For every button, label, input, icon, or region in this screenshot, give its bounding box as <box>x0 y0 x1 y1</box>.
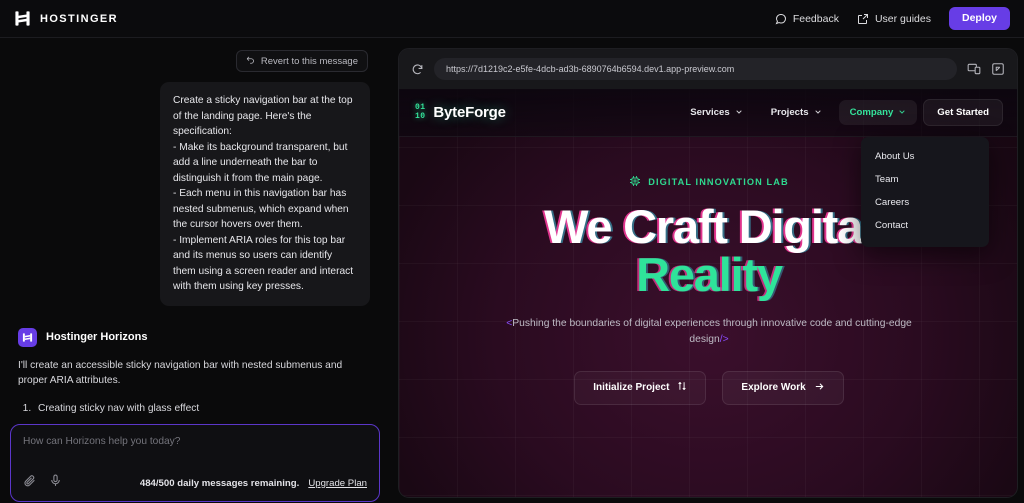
hero-subtitle-close-tag: /> <box>719 334 729 346</box>
chevron-down-icon <box>735 108 743 118</box>
site-navbar: 01 10 ByteForge Services Projects Compan… <box>399 89 1017 137</box>
dropdown-item-contact[interactable]: Contact <box>861 214 989 237</box>
chat-panel: Revert to this message Create a sticky n… <box>0 38 392 503</box>
expand-fullscreen-icon[interactable] <box>991 62 1005 76</box>
dropdown-item-about-us[interactable]: About Us <box>861 145 989 168</box>
hero-badge-label: DIGITAL INNOVATION LAB <box>648 177 789 187</box>
reload-icon[interactable] <box>411 63 424 76</box>
microphone-icon[interactable] <box>49 474 62 492</box>
revert-row: Revert to this message <box>0 38 392 72</box>
composer-placeholder: How can Horizons help you today? <box>23 436 181 447</box>
arrow-right-icon <box>814 381 825 395</box>
responsive-device-icon[interactable] <box>967 62 981 76</box>
list-item: Creating sticky nav with glass effect <box>34 402 374 416</box>
undo-arrow-icon <box>246 55 255 67</box>
url-bar[interactable]: https://7d1219c2-e5fe-4dcb-ad3b-6890764b… <box>434 58 957 80</box>
revert-label: Revert to this message <box>260 55 358 67</box>
nav-label: Company <box>849 107 894 118</box>
preview-site: 01 10 ByteForge Services Projects Compan… <box>399 89 1017 497</box>
site-menu: Services Projects Company Get Started <box>679 99 1003 126</box>
top-bar: HOSTINGER Feedback User guides Deploy <box>0 0 1024 38</box>
user-guides-button[interactable]: User guides <box>857 13 931 25</box>
composer-quota-group: 484/500 daily messages remaining. Upgrad… <box>140 478 367 489</box>
site-logo[interactable]: 01 10 ByteForge <box>415 103 506 121</box>
revert-to-message-button[interactable]: Revert to this message <box>235 50 368 72</box>
deploy-button[interactable]: Deploy <box>948 7 1010 30</box>
upgrade-plan-link[interactable]: Upgrade Plan <box>308 478 367 489</box>
external-link-icon <box>857 13 869 25</box>
explore-work-label: Explore Work <box>741 382 806 394</box>
user-message: Create a sticky navigation bar at the to… <box>160 82 370 306</box>
preview-panel: https://7d1219c2-e5fe-4dcb-ad3b-6890764b… <box>398 48 1018 498</box>
terminal-code-icon <box>677 381 687 394</box>
composer-footer: 484/500 daily messages remaining. Upgrad… <box>23 474 367 492</box>
hero-badge: DIGITAL INNOVATION LAB <box>629 175 788 189</box>
assistant-name: Hostinger Horizons <box>46 331 148 343</box>
feedback-button[interactable]: Feedback <box>775 13 839 25</box>
hero-title-line-2: Reality <box>636 247 783 301</box>
hostinger-h-logo-icon <box>14 10 31 27</box>
user-guides-label: User guides <box>874 12 931 25</box>
composer-icon-group <box>23 474 62 492</box>
hero-subtitle-text: Pushing the boundaries of digital experi… <box>512 317 912 346</box>
nav-label: Services <box>690 107 730 118</box>
nav-item-company[interactable]: Company <box>838 100 918 125</box>
cpu-chip-icon <box>629 175 641 189</box>
brand[interactable]: HOSTINGER <box>14 10 118 27</box>
initialize-project-button[interactable]: Initialize Project <box>574 370 707 405</box>
preview-toolbar: https://7d1219c2-e5fe-4dcb-ad3b-6890764b… <box>399 49 1017 89</box>
nav-cta-get-started[interactable]: Get Started <box>923 99 1003 126</box>
top-bar-actions: Feedback User guides Deploy <box>775 7 1010 30</box>
brand-label: HOSTINGER <box>40 12 118 25</box>
assistant-intro: I'll create an accessible sticky navigat… <box>18 359 343 387</box>
chevron-down-icon <box>814 108 822 118</box>
company-dropdown-menu: About Us Team Careers Contact <box>861 137 989 247</box>
hero-subtitle: <Pushing the boundaries of digital exper… <box>499 316 919 349</box>
quota-label: 484/500 daily messages remaining. <box>139 477 300 489</box>
dropdown-item-team[interactable]: Team <box>861 168 989 191</box>
hero-title: We Craft Digital Reality <box>544 200 875 301</box>
feedback-label: Feedback <box>792 12 839 25</box>
nav-item-services[interactable]: Services <box>679 100 753 125</box>
chevron-down-icon <box>898 108 906 118</box>
initialize-project-label: Initialize Project <box>593 382 670 394</box>
speech-bubble-icon <box>775 13 787 25</box>
paperclip-icon[interactable] <box>23 474 36 492</box>
hero-title-line-1: We Craft Digital <box>544 200 875 253</box>
logo-bits-bottom: 10 <box>415 111 426 121</box>
assistant-header: Hostinger Horizons <box>18 327 374 347</box>
binary-logo-icon: 01 10 <box>415 103 426 121</box>
message-composer[interactable]: How can Horizons help you today? 484/500… <box>10 424 380 502</box>
app-root: HOSTINGER Feedback User guides Deploy Re… <box>0 0 1024 503</box>
dropdown-item-careers[interactable]: Careers <box>861 191 989 214</box>
hero-buttons: Initialize Project Explore Work <box>574 370 844 405</box>
nav-label: Projects <box>770 107 809 118</box>
horizons-logo-icon <box>18 327 37 347</box>
explore-work-button[interactable]: Explore Work <box>722 370 844 405</box>
site-logo-label: ByteForge <box>433 104 506 121</box>
nav-item-projects[interactable]: Projects <box>760 100 833 125</box>
